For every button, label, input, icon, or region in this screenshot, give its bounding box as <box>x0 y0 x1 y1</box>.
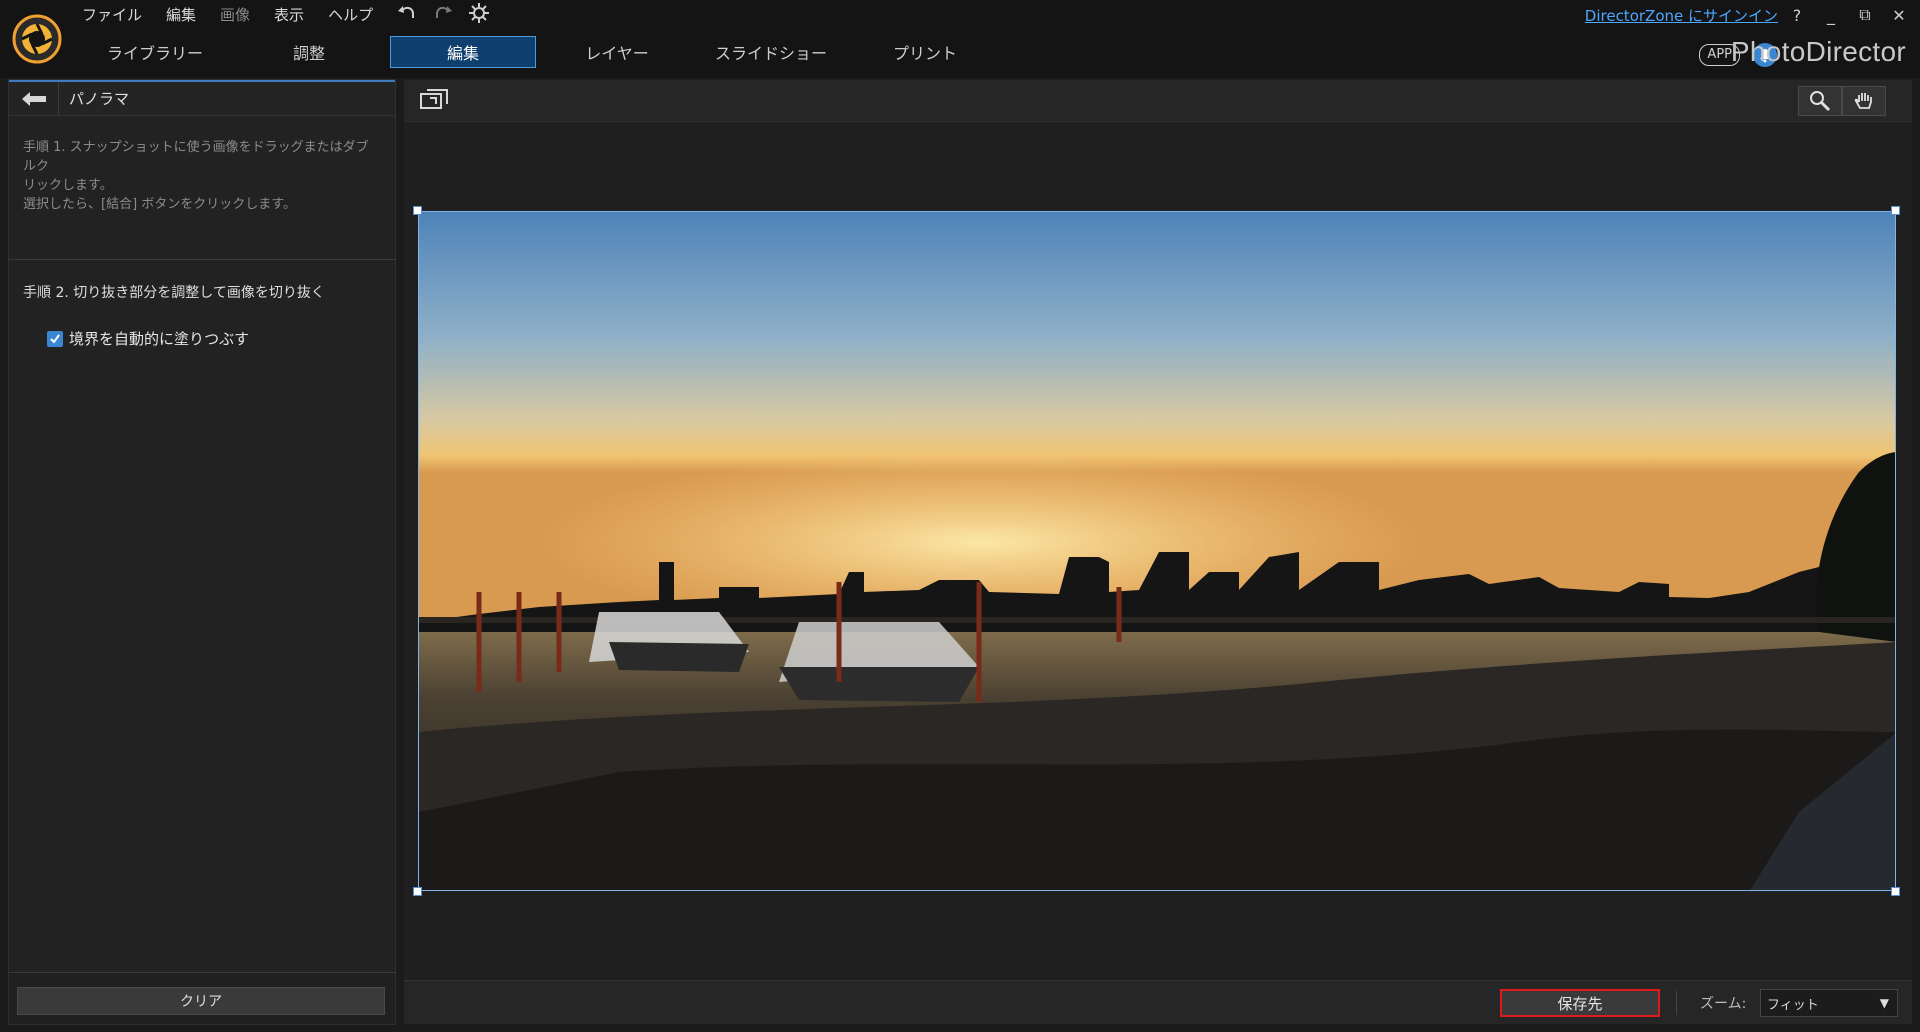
brand-name: PhotoDirector <box>1730 36 1906 67</box>
panorama-image[interactable] <box>418 211 1896 891</box>
crop-handle-bottom-right[interactable] <box>1891 887 1900 896</box>
panel-title: パノラマ <box>69 90 130 108</box>
restore-button[interactable]: ⧉ <box>1850 4 1880 26</box>
redo-icon[interactable] <box>432 2 454 24</box>
panel-header: パノラマ <box>9 80 395 116</box>
tab-slideshow[interactable]: スライドショー <box>698 36 844 68</box>
menu-edit[interactable]: 編集 <box>166 4 196 25</box>
menu-help[interactable]: ヘルプ <box>328 4 373 25</box>
zoom-dropdown[interactable]: フィット ▼ <box>1760 989 1898 1017</box>
canvas-toolbar <box>404 80 1912 122</box>
auto-fill-label: 境界を自動的に塗りつぶす <box>69 330 250 348</box>
menu-image[interactable]: 画像 <box>220 4 250 25</box>
close-button[interactable]: ✕ <box>1884 4 1914 26</box>
tab-adjust[interactable]: 調整 <box>236 36 382 68</box>
panorama-panel: パノラマ 手順 1. スナップショットに使う画像をドラッグまたはダブルク リック… <box>8 79 396 1025</box>
zoom-value: フィット <box>1767 997 1819 1013</box>
step1-line: リックします。 <box>23 178 113 193</box>
step2-instructions: 手順 2. 切り抜き部分を調整して画像を切り抜く <box>23 285 325 301</box>
step1-instructions: 手順 1. スナップショットに使う画像をドラッグまたはダブルク リックします。 … <box>9 116 395 260</box>
hand-pan-icon <box>1854 93 1872 109</box>
check-icon <box>50 333 60 344</box>
menu-view[interactable]: 表示 <box>274 4 304 25</box>
window-controls: ? _ ⧉ ✕ <box>1782 4 1914 26</box>
tab-layers[interactable]: レイヤー <box>544 36 690 68</box>
quick-access-toolbar <box>396 2 490 24</box>
menu-file[interactable]: ファイル <box>82 4 142 25</box>
zoom-tool-button[interactable] <box>1798 86 1842 116</box>
settings-icon[interactable] <box>468 2 490 24</box>
divider <box>1676 991 1677 1015</box>
module-tabs: ライブラリー 調整 編集 レイヤー スライドショー プリント <box>82 36 1006 68</box>
zoom-search-icon <box>1810 91 1831 112</box>
auto-fill-checkbox-row[interactable]: 境界を自動的に塗りつぶす <box>47 328 381 349</box>
crop-handle-top-right[interactable] <box>1891 206 1900 215</box>
save-to-button[interactable]: 保存先 <box>1500 989 1660 1017</box>
step2-section: 手順 2. 切り抜き部分を調整して画像を切り抜く 境界を自動的に塗りつぶす <box>9 260 395 349</box>
minimize-button[interactable]: _ <box>1816 4 1846 26</box>
pan-tool-button[interactable] <box>1842 86 1886 116</box>
help-button[interactable]: ? <box>1782 4 1812 26</box>
clear-button[interactable]: クリア <box>17 987 385 1015</box>
tab-edit[interactable]: 編集 <box>390 36 536 68</box>
back-arrow-icon <box>21 91 46 106</box>
view-tools <box>1798 86 1886 116</box>
zoom-label: ズーム: <box>1700 996 1747 1012</box>
canvas-bottom-bar: 保存先 ズーム: フィット ▼ <box>404 980 1912 1024</box>
step1-line: 選択したら、[結合] ボタンをクリックします。 <box>23 197 296 212</box>
tab-library[interactable]: ライブラリー <box>82 36 228 68</box>
menu-bar: ファイル 編集 画像 表示 ヘルプ <box>82 2 397 26</box>
directorzone-signin-link[interactable]: DirectorZone にサインイン <box>1585 5 1778 26</box>
undo-icon[interactable] <box>396 2 418 24</box>
auto-fill-checkbox[interactable] <box>47 330 63 347</box>
crop-handle-bottom-left[interactable] <box>413 887 422 896</box>
step1-line: 手順 1. スナップショットに使う画像をドラッグまたはダブルク <box>23 140 369 174</box>
tab-print[interactable]: プリント <box>852 36 998 68</box>
back-button[interactable] <box>9 81 59 116</box>
chevron-down-icon: ▼ <box>1879 996 1889 1010</box>
fit-view-icon[interactable] <box>420 88 448 112</box>
crop-handle-top-left[interactable] <box>413 206 422 215</box>
panel-footer: クリア <box>9 972 395 1024</box>
title-bar: ファイル 編集 画像 表示 ヘルプ ライブラリー 調整 編集 レイヤー スライド… <box>0 0 1920 78</box>
logo-icon <box>12 14 62 64</box>
